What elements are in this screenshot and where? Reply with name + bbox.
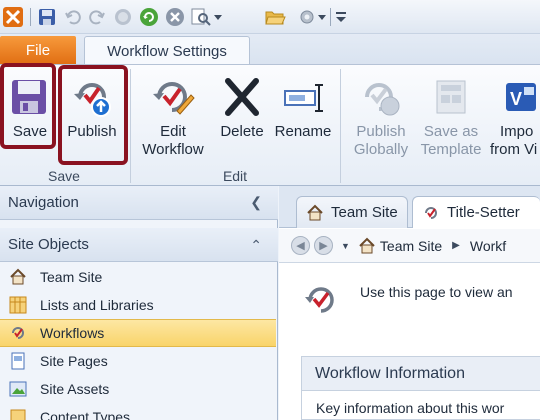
forward-arrow-icon[interactable]: ▶ xyxy=(314,236,333,255)
save-as-template-label-line2: Template xyxy=(420,141,482,158)
nav-item-label: Site Assets xyxy=(40,381,110,397)
intro-text: Use this page to view an xyxy=(360,284,513,300)
workflow-information-title: Workflow Information xyxy=(302,357,540,391)
navigation-header[interactable]: Navigation ❮ xyxy=(0,186,278,220)
rename-button[interactable]: Rename xyxy=(272,75,334,141)
nav-item-label: Content Types xyxy=(40,409,131,420)
nav-item-label: Site Pages xyxy=(40,353,108,369)
ribbon-group-divider xyxy=(340,69,341,183)
house-icon xyxy=(8,267,28,287)
import-label-line2: from Vi xyxy=(490,141,538,158)
nav-item-label: Lists and Libraries xyxy=(40,297,154,313)
chevron-up-icon[interactable]: ⌃ xyxy=(250,237,262,254)
save-icon[interactable] xyxy=(36,6,58,28)
nav-item-site-pages[interactable]: Site Pages xyxy=(0,347,276,375)
site-objects-header-label: Site Objects xyxy=(8,236,89,253)
workflow-large-icon xyxy=(305,287,334,313)
customize-toolbar-icon[interactable] xyxy=(334,6,348,28)
ribbon: Save Publish Save Edit Workflow Delete R… xyxy=(0,63,540,186)
undo-icon[interactable] xyxy=(62,6,84,28)
doc-tab-label: Title-Setter xyxy=(447,204,520,221)
workflow-information-desc: Key information about this wor xyxy=(316,400,505,416)
nav-item-label: Workflows xyxy=(40,325,105,341)
edit-workflow-label-line2: Workflow xyxy=(142,141,204,158)
site-assets-icon xyxy=(8,379,28,399)
nav-item-content-types[interactable]: Content Types xyxy=(0,403,276,420)
site-settings-dropdown-icon[interactable] xyxy=(316,6,328,28)
redo-icon[interactable] xyxy=(86,6,108,28)
doc-tab-label: Team Site xyxy=(331,204,398,221)
visio-icon: V xyxy=(506,83,536,111)
delete-button[interactable]: Delete xyxy=(214,75,270,141)
toolbar-divider xyxy=(30,8,31,26)
nav-item-site-assets[interactable]: Site Assets xyxy=(0,375,276,403)
content-area: Team Site Title-Setter ◀ ▶ ▼ Team Site ▶… xyxy=(279,186,540,420)
edit-group-label: Edit xyxy=(222,168,248,184)
delete-x-icon xyxy=(225,78,259,116)
breadcrumb-current[interactable]: Workf xyxy=(470,238,506,254)
navigation-header-label: Navigation xyxy=(8,194,79,211)
content-types-icon xyxy=(8,407,28,420)
nav-item-lists-and-libraries[interactable]: Lists and Libraries xyxy=(0,291,276,319)
close-circle-icon[interactable] xyxy=(164,6,186,28)
nav-item-workflows[interactable]: Workflows xyxy=(0,319,276,347)
publish-highlight-box xyxy=(58,65,128,165)
save-as-template-label-line1: Save as xyxy=(423,123,479,140)
publish-globally-button[interactable]: Publish Globally xyxy=(346,75,416,159)
site-settings-icon[interactable] xyxy=(296,6,318,28)
stop-icon[interactable] xyxy=(112,6,134,28)
save-as-template-icon xyxy=(436,80,466,114)
workflow-information-panel: Workflow Information Key information abo… xyxy=(301,356,540,420)
doc-tab-title-setter[interactable]: Title-Setter xyxy=(412,196,540,228)
workflow-icon xyxy=(421,203,441,223)
breadcrumb: ◀ ▶ ▼ Team Site ▶ Workf xyxy=(279,229,540,263)
open-folder-icon[interactable] xyxy=(264,6,286,28)
save-group-label: Save xyxy=(48,168,80,184)
house-icon xyxy=(358,237,376,255)
site-pages-icon xyxy=(8,351,28,371)
quick-access-toolbar xyxy=(0,0,540,34)
edit-workflow-button[interactable]: Edit Workflow xyxy=(134,75,212,159)
breadcrumb-team-site[interactable]: Team Site xyxy=(380,238,442,254)
toolbar-divider xyxy=(330,8,331,26)
preview-icon[interactable] xyxy=(190,6,212,28)
delete-button-label: Delete xyxy=(220,123,264,140)
svg-text:V: V xyxy=(510,89,522,109)
tab-workflow-settings[interactable]: Workflow Settings xyxy=(84,36,250,66)
save-highlight-box xyxy=(0,63,56,149)
publish-globally-label-line1: Publish xyxy=(356,123,406,140)
nav-item-team-site[interactable]: Team Site xyxy=(0,263,276,291)
import-label-line1: Impo xyxy=(500,123,534,140)
nav-item-label: Team Site xyxy=(40,269,103,285)
house-icon xyxy=(305,203,325,223)
publish-globally-icon xyxy=(365,83,400,116)
list-table-icon xyxy=(8,295,28,315)
app-logo-icon[interactable] xyxy=(2,6,24,28)
rename-icon xyxy=(284,84,323,112)
edit-workflow-icon xyxy=(153,82,195,115)
doc-tab-team-site[interactable]: Team Site xyxy=(296,196,408,228)
ribbon-group-divider xyxy=(130,69,131,183)
navigation-pane: Navigation ❮ Site Objects ⌃ Team Site Li… xyxy=(0,186,278,420)
workflow-icon xyxy=(8,323,28,343)
intro-section: Use this page to view an xyxy=(279,264,540,344)
ribbon-tab-strip: File Workflow Settings xyxy=(0,34,540,66)
save-as-template-button[interactable]: Save as Template xyxy=(416,75,486,159)
edit-workflow-label-line1: Edit xyxy=(160,123,186,140)
history-dropdown-icon[interactable]: ▼ xyxy=(341,241,350,251)
refresh-icon[interactable] xyxy=(138,6,160,28)
collapse-pane-icon[interactable]: ❮ xyxy=(250,194,262,211)
chevron-right-icon: ▶ xyxy=(452,240,460,251)
document-tab-strip: Team Site Title-Setter xyxy=(279,186,540,228)
rename-button-label: Rename xyxy=(274,123,332,140)
preview-dropdown-icon[interactable] xyxy=(212,6,224,28)
import-from-visio-button[interactable]: V Impo from Vi xyxy=(488,75,540,159)
tab-file[interactable]: File xyxy=(0,36,76,65)
publish-globally-label-line2: Globally xyxy=(353,141,409,158)
site-objects-header[interactable]: Site Objects ⌃ xyxy=(0,228,278,262)
back-arrow-icon[interactable]: ◀ xyxy=(291,236,310,255)
